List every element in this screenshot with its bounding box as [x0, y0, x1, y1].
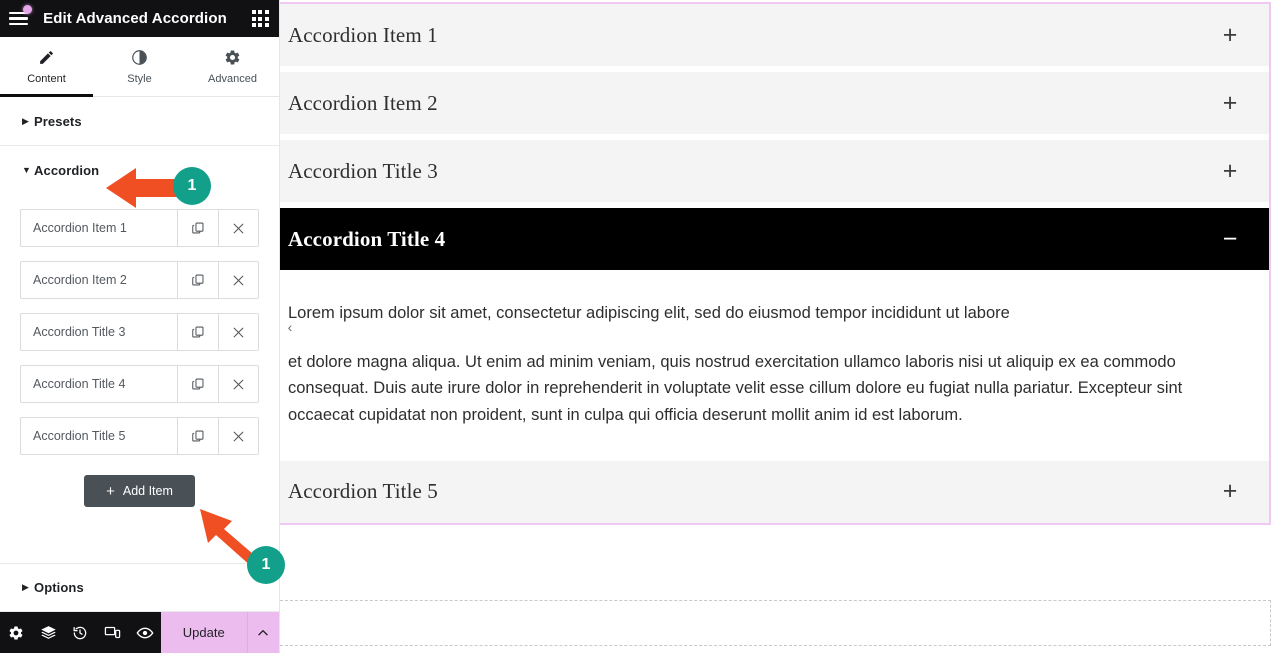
repeater-item[interactable]: Accordion Title 4 — [20, 365, 259, 403]
repeater-item[interactable]: Accordion Item 2 — [20, 261, 259, 299]
tab-style-label: Style — [127, 73, 152, 85]
tab-style[interactable]: Style — [93, 37, 186, 96]
plus-icon: + — [106, 482, 115, 500]
close-icon[interactable] — [218, 366, 258, 402]
accordion-paragraph: Lorem ipsum dolor sit amet, consectetur … — [288, 304, 1010, 322]
plus-icon[interactable]: + — [1219, 479, 1241, 504]
annotation-badge-1: 1 — [173, 167, 211, 205]
elementor-editor: Edit Advanced Accordion Content Style Ad… — [0, 0, 1280, 653]
accordion-header[interactable]: Accordion Item 1 + — [280, 4, 1269, 66]
close-icon[interactable] — [218, 314, 258, 350]
panel-header: Edit Advanced Accordion — [0, 0, 279, 37]
section-presets[interactable]: ▶ Presets — [0, 97, 279, 146]
notification-dot-badge — [23, 5, 32, 14]
repeater-item-title[interactable]: Accordion Item 1 — [21, 210, 178, 246]
drop-zone-placeholder — [280, 600, 1271, 646]
tab-advanced[interactable]: Advanced — [186, 37, 279, 96]
tab-advanced-label: Advanced — [208, 73, 257, 85]
add-item-button[interactable]: + Add Item — [84, 475, 195, 507]
accordion-title: Accordion Title 4 — [288, 226, 446, 251]
apps-grid-icon[interactable] — [241, 0, 279, 37]
tab-content-label: Content — [27, 73, 66, 85]
repeater-item[interactable]: Accordion Title 3 — [20, 313, 259, 351]
close-icon[interactable] — [218, 262, 258, 298]
accordion-item: Accordion Item 1 + — [280, 4, 1269, 66]
accordion-item: Accordion Title 3 + — [280, 140, 1269, 202]
advanced-accordion-widget[interactable]: Accordion Item 1 + Accordion Item 2 + Ac… — [280, 2, 1271, 525]
copy-icon[interactable] — [178, 314, 218, 350]
responsive-mode-icon[interactable] — [96, 612, 128, 653]
tab-content[interactable]: Content — [0, 37, 93, 97]
preview-eye-icon[interactable] — [129, 612, 161, 653]
plus-icon[interactable]: + — [1219, 90, 1241, 116]
annotation-badge-label: 1 — [261, 556, 271, 573]
accordion-items-repeater: Accordion Item 1 Accordion Item 2 Accord… — [0, 195, 279, 507]
editor-bottom-bar: Update — [0, 612, 279, 653]
panel-body: ▶ Presets ▼ Accordion Accordion Item 1 A… — [0, 97, 279, 612]
accordion-paragraph: et dolore magna aliqua. Ut enim ad minim… — [288, 352, 1183, 425]
chevron-up-icon[interactable] — [246, 612, 279, 653]
accordion-title: Accordion Item 1 — [288, 22, 438, 47]
update-button[interactable]: Update — [160, 612, 247, 653]
gear-icon — [224, 48, 241, 66]
close-icon[interactable] — [218, 210, 258, 246]
preview-canvas: Accordion Item 1 + Accordion Item 2 + Ac… — [280, 0, 1280, 653]
repeater-item-title[interactable]: Accordion Item 2 — [21, 262, 178, 298]
repeater-item[interactable]: Accordion Item 1 — [20, 209, 259, 247]
copy-icon[interactable] — [178, 262, 218, 298]
history-revisions-icon[interactable] — [64, 612, 96, 653]
chevron-right-icon: ▶ — [22, 582, 29, 592]
section-options-label: Options — [34, 580, 84, 595]
repeater-item-title[interactable]: Accordion Title 3 — [21, 314, 178, 350]
pencil-icon — [38, 48, 55, 66]
page-title: Edit Advanced Accordion — [43, 10, 227, 27]
panel-collapse-chevron-icon[interactable]: ‹ — [282, 318, 298, 336]
accordion-header-active[interactable]: Accordion Title 4 − — [280, 208, 1269, 270]
accordion-header[interactable]: Accordion Item 2 + — [280, 72, 1269, 134]
section-presets-label: Presets — [34, 113, 82, 129]
accordion-item: Accordion Item 2 + — [280, 72, 1269, 134]
copy-icon[interactable] — [178, 210, 218, 246]
add-item-label: Add Item — [122, 484, 173, 498]
chevron-down-icon: ▼ — [22, 165, 31, 175]
accordion-title: Accordion Title 3 — [288, 158, 438, 183]
update-button-label: Update — [182, 625, 225, 640]
plus-icon[interactable]: + — [1219, 22, 1241, 48]
settings-gear-icon[interactable] — [0, 612, 32, 653]
minus-icon[interactable]: − — [1219, 226, 1241, 252]
accordion-item: Accordion Title 5 + — [280, 460, 1269, 523]
hamburger-menu-icon[interactable] — [0, 0, 37, 37]
close-icon[interactable] — [218, 418, 258, 454]
annotation-badge-2: 1 — [247, 546, 285, 584]
contrast-icon — [131, 48, 148, 66]
section-options[interactable]: ▶ Options — [0, 563, 279, 612]
repeater-item-title[interactable]: Accordion Title 5 — [21, 418, 178, 454]
chevron-right-icon: ▶ — [22, 115, 29, 126]
accordion-header[interactable]: Accordion Title 5 + — [280, 460, 1269, 523]
section-accordion[interactable]: ▼ Accordion — [0, 146, 279, 195]
accordion-item-active: Accordion Title 4 − Lorem ipsum dolor si… — [280, 208, 1269, 455]
accordion-title: Accordion Title 5 — [288, 479, 438, 504]
plus-icon[interactable]: + — [1219, 158, 1241, 184]
accordion-content: Lorem ipsum dolor sit amet, consectetur … — [280, 270, 1269, 455]
copy-icon[interactable] — [178, 366, 218, 402]
accordion-header[interactable]: Accordion Title 3 + — [280, 140, 1269, 202]
repeater-item[interactable]: Accordion Title 5 — [20, 417, 259, 455]
editor-sidebar-panel: Edit Advanced Accordion Content Style Ad… — [0, 0, 280, 653]
repeater-item-title[interactable]: Accordion Title 4 — [21, 366, 178, 402]
copy-icon[interactable] — [178, 418, 218, 454]
panel-tabs: Content Style Advanced — [0, 37, 279, 97]
annotation-badge-label: 1 — [187, 177, 197, 194]
accordion-title: Accordion Item 2 — [288, 90, 438, 115]
section-accordion-label: Accordion — [34, 163, 100, 178]
navigator-layers-icon[interactable] — [32, 612, 64, 653]
